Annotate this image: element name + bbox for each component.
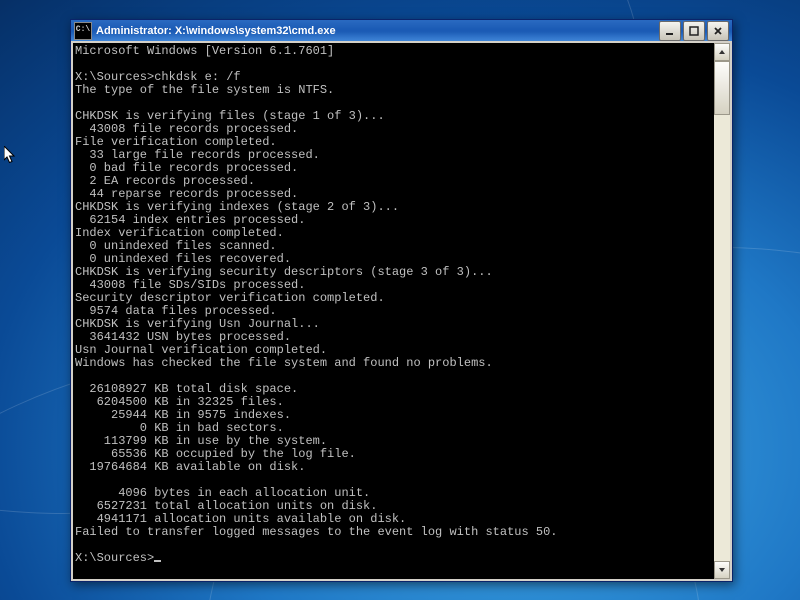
maximize-button[interactable]: [683, 21, 705, 41]
mouse-cursor: [4, 146, 16, 165]
scroll-track[interactable]: [714, 61, 730, 561]
minimize-button[interactable]: [659, 21, 681, 41]
window-title: Administrator: X:\windows\system32\cmd.e…: [96, 25, 659, 37]
scroll-down-button[interactable]: [714, 561, 730, 579]
console-output[interactable]: Microsoft Windows [Version 6.1.7601] X:\…: [73, 43, 714, 579]
close-button[interactable]: [707, 21, 729, 41]
scroll-thumb[interactable]: [714, 61, 730, 115]
text-cursor: [154, 560, 161, 562]
scroll-up-button[interactable]: [714, 43, 730, 61]
prompt: X:\Sources>: [75, 551, 154, 565]
cmd-icon: C:\: [74, 22, 92, 40]
vertical-scrollbar[interactable]: [714, 43, 730, 579]
cmd-window: C:\ Administrator: X:\windows\system32\c…: [70, 19, 733, 582]
titlebar[interactable]: C:\ Administrator: X:\windows\system32\c…: [71, 20, 732, 41]
